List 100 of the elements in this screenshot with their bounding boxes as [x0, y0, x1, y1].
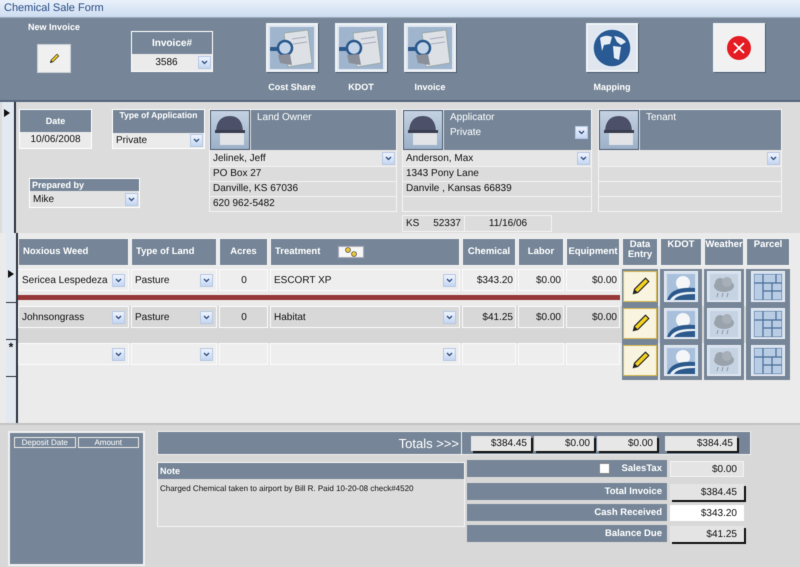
contact-photo-button[interactable] [210, 110, 250, 150]
party-type: Private [450, 127, 482, 138]
dropdown-button[interactable] [112, 348, 125, 360]
chevron-down-icon [203, 352, 210, 356]
dropdown-button[interactable] [125, 192, 138, 206]
toolbar-button[interactable] [586, 23, 638, 72]
summary-label: SalesTax [622, 463, 662, 474]
sales-tax-checkbox[interactable] [598, 463, 610, 474]
link-button[interactable] [338, 246, 364, 258]
summary-label: Cash Received [594, 507, 662, 518]
column-header-label: Treatment [275, 247, 320, 257]
dropdown-button[interactable] [200, 274, 213, 286]
application-type-combo[interactable]: Private [113, 133, 204, 148]
document-magnifier-icon [339, 26, 383, 68]
contact-photo-button[interactable] [403, 110, 443, 150]
invoice-number-combo[interactable]: 3586 [132, 54, 212, 71]
dropdown-button[interactable] [112, 310, 125, 324]
summary-value: $384.45 [670, 484, 744, 500]
chemical-cost-field[interactable]: $343.20 [462, 269, 516, 291]
kdot-button[interactable] [664, 345, 698, 376]
total-value: $384.45 [665, 436, 737, 450]
parcel-button[interactable] [751, 308, 785, 339]
kdot-button[interactable] [664, 308, 698, 339]
parcel-button[interactable] [751, 271, 785, 302]
dropdown-button[interactable] [200, 348, 213, 360]
date-field[interactable]: 10/06/2008 [20, 132, 91, 148]
party-name: Anderson, Max [406, 152, 474, 164]
summary-label: Balance Due [604, 528, 662, 539]
labor-cost-field[interactable]: $0.00 [518, 306, 564, 328]
dropdown-button[interactable] [767, 152, 780, 164]
treatment-combo[interactable]: ESCORT XP [270, 269, 460, 291]
dropdown-button[interactable] [577, 152, 590, 164]
summary-value[interactable]: $343.20 [670, 504, 744, 520]
chevron-down-icon [115, 352, 122, 356]
summary-label: Total Invoice [604, 486, 662, 497]
equipment-cost-field[interactable]: $0.00 [566, 269, 620, 291]
dropdown-button[interactable] [190, 134, 203, 147]
chevron-down-icon [115, 314, 122, 320]
record-pointer-icon [4, 109, 10, 117]
equipment-cost-field[interactable]: $0.00 [566, 306, 620, 328]
party-name-combo[interactable]: Jelinek, Jeff [210, 150, 396, 166]
chevron-down-icon [770, 156, 777, 160]
summary-value: $41.25 [670, 526, 744, 542]
data-entry-button[interactable] [623, 271, 657, 302]
column-header: Deposit Date [14, 437, 76, 448]
close-button[interactable] [713, 23, 765, 72]
column-header: Labor [518, 238, 564, 266]
dropdown-button[interactable] [443, 274, 456, 286]
weed-combo[interactable]: Johnsongrass [18, 306, 129, 328]
column-header: Weather [704, 238, 744, 266]
dropdown-button[interactable] [443, 310, 456, 324]
column-header: Type of Land [131, 238, 217, 266]
weed-combo[interactable]: Sericea Lespedeza [18, 269, 129, 291]
dropdown-button[interactable] [575, 126, 588, 139]
column-header: Noxious Weed [18, 238, 129, 266]
land-type-combo[interactable]: Pasture [131, 306, 217, 328]
column-header: KDOT [660, 238, 702, 266]
close-icon [726, 34, 752, 60]
labor-cost-field[interactable]: $0.00 [518, 269, 564, 291]
column-header: Acres [219, 238, 268, 266]
equipment-cost-field[interactable] [566, 343, 620, 365]
column-header: Equipment [566, 238, 620, 266]
party-label: Applicator [450, 112, 496, 123]
acres-field[interactable]: 0 [219, 269, 268, 291]
land-type-combo[interactable]: Pasture [131, 269, 217, 291]
acres-field[interactable]: 0 [219, 306, 268, 328]
labor-cost-field[interactable] [518, 343, 564, 365]
party-name-combo[interactable]: Anderson, Max [403, 150, 591, 166]
totals-label: Totals >>> [158, 432, 462, 454]
parcel-button[interactable] [751, 345, 785, 376]
column-header: Chemical [462, 238, 516, 266]
toolbar-button[interactable] [404, 23, 456, 72]
treatment-combo[interactable]: Habitat [270, 306, 460, 328]
dropdown-button[interactable] [200, 310, 213, 324]
document-magnifier-icon [408, 26, 452, 68]
chevron-down-icon [385, 156, 392, 160]
chevron-down-icon [580, 156, 587, 160]
landscape-icon [667, 348, 695, 374]
chevron-down-icon [193, 138, 200, 143]
column-header: Data Entry [622, 238, 658, 266]
link-icon [344, 247, 358, 257]
data-entry-button[interactable] [623, 345, 657, 376]
data-entry-button[interactable] [623, 308, 657, 339]
chevron-down-icon [128, 196, 135, 202]
acres-field[interactable] [219, 343, 268, 365]
kdot-button[interactable] [664, 271, 698, 302]
toolbar-button[interactable] [266, 23, 318, 72]
chemical-cost-field[interactable] [462, 343, 516, 365]
address-field[interactable]: 1343 Pony Lane [403, 166, 591, 181]
toolbar-button[interactable] [335, 23, 387, 72]
chemical-cost-field[interactable]: $41.25 [462, 306, 516, 328]
prepared-by-combo[interactable]: Mike [30, 191, 139, 207]
dropdown-button[interactable] [112, 274, 125, 286]
party-label: Land Owner [257, 112, 312, 123]
note-text[interactable]: Charged Chemical taken to airport by Bill R. Paid 10-20-08 check#4520 [158, 479, 464, 498]
dropdown-button[interactable] [443, 348, 456, 360]
party-label: Tenant [646, 112, 678, 123]
contact-photo-button[interactable] [599, 110, 639, 150]
dropdown-button[interactable] [198, 56, 211, 69]
dropdown-button[interactable] [382, 152, 395, 164]
